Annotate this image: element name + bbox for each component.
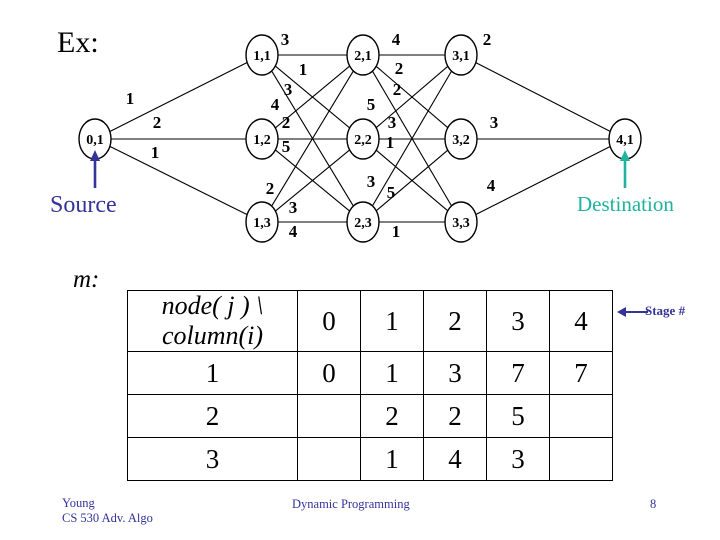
edge-weight-label: 5 xyxy=(282,137,291,156)
node-label: 4,1 xyxy=(616,133,634,148)
edge-weight-label: 3 xyxy=(289,198,298,217)
edge-weight-label: 4 xyxy=(392,30,401,49)
edge-weight-label: 5 xyxy=(367,95,376,114)
edge-weight-label: 5 xyxy=(387,183,396,202)
edge-weight-label: 3 xyxy=(367,172,376,191)
edge-weight-label: 1 xyxy=(299,60,308,79)
node-label: 2,1 xyxy=(354,49,372,64)
edge-weight-label: 2 xyxy=(393,80,402,99)
node-label: 1,3 xyxy=(253,216,271,231)
table-header-row: node( j ) \ column(i) 0 1 2 3 4 xyxy=(127,290,613,352)
dp-table: node( j ) \ column(i) 0 1 2 3 4 1 0 1 3 7 7 2 2 2 5 3 1 4 3 xyxy=(127,290,613,481)
graph-node[interactable]: 3,3 xyxy=(444,201,478,243)
graph-node[interactable]: 2,3 xyxy=(346,201,380,243)
table-row: 2225 xyxy=(127,394,613,438)
table-cell: 7 xyxy=(549,351,613,395)
table-cell: 4 xyxy=(423,437,487,481)
node-label: 1,2 xyxy=(253,133,271,148)
table-header-stage: 1 xyxy=(360,290,424,352)
slide-canvas: Ex: m: 1 2 1 3 1 3 4 2 5 2 3 4 4 2 2 5 3 1 3 5 1 2 3 4 0,1 1,1 1,2… xyxy=(0,0,720,540)
graph-node[interactable]: 3,1 xyxy=(444,34,478,76)
matrix-label: m: xyxy=(73,266,100,293)
graph-node[interactable]: 1,3 xyxy=(245,201,279,243)
edge-weight-label: 1 xyxy=(386,133,395,152)
table-header-axis-label: node( j ) \ column(i) xyxy=(127,290,298,352)
table-cell: 0 xyxy=(297,351,361,395)
graph-edge xyxy=(109,145,248,216)
node-label: 1,1 xyxy=(253,49,271,64)
table-cell: 1 xyxy=(360,437,424,481)
edge-weight-label: 4 xyxy=(271,95,280,114)
table-header-stage: 0 xyxy=(297,290,361,352)
table-cell xyxy=(297,437,361,481)
node-label: 3,1 xyxy=(452,49,470,64)
node-label: 2,2 xyxy=(354,133,372,148)
table-header-stage: 4 xyxy=(549,290,613,352)
table-row-label: 3 xyxy=(127,437,298,481)
edge-weight-label: 3 xyxy=(281,30,290,49)
network-graph: 1213134252344225313512340,11,11,21,32,12… xyxy=(78,30,642,243)
edge-weight-label: 4 xyxy=(487,176,496,195)
graph-node[interactable]: 2,1 xyxy=(346,34,380,76)
footer-title: Dynamic Programming xyxy=(292,497,410,511)
edge-weight-label: 2 xyxy=(282,113,291,132)
node-label: 2,3 xyxy=(354,216,372,231)
table-row-label: 2 xyxy=(127,394,298,438)
graph-node[interactable]: 1,2 xyxy=(245,118,279,160)
edge-weight-label: 1 xyxy=(151,143,160,162)
table-cell xyxy=(549,437,613,481)
table-cell: 1 xyxy=(360,351,424,395)
table-cell: 2 xyxy=(360,394,424,438)
table-row: 3143 xyxy=(127,437,613,481)
node-label: 3,3 xyxy=(452,216,470,231)
node-label: 0,1 xyxy=(86,133,104,148)
footer-page-number: 8 xyxy=(650,497,657,511)
table-cell xyxy=(297,394,361,438)
table-cell: 7 xyxy=(486,351,550,395)
table-header-stage: 3 xyxy=(486,290,550,352)
node-label: 3,2 xyxy=(452,133,470,148)
edge-weight-label: 2 xyxy=(395,59,404,78)
table-cell: 3 xyxy=(423,351,487,395)
source-label: Source xyxy=(50,192,117,218)
edge-weight-label: 2 xyxy=(483,30,492,49)
graph-node[interactable]: 2,2 xyxy=(346,118,380,160)
graph-node[interactable]: 1,1 xyxy=(245,34,279,76)
edge-weight-label: 1 xyxy=(126,89,135,108)
graph-node[interactable]: 3,2 xyxy=(444,118,478,160)
table-cell: 2 xyxy=(423,394,487,438)
table-row: 101377 xyxy=(127,351,613,395)
edge-weight-label: 2 xyxy=(153,113,162,132)
table-row-label: 1 xyxy=(127,351,298,395)
table-cell xyxy=(549,394,613,438)
edge-weight-label: 4 xyxy=(289,222,298,241)
footer-author-line1: Young xyxy=(62,496,95,510)
footer-author: Young CS 530 Adv. Algo xyxy=(62,496,153,526)
stage-number-label: Stage # xyxy=(645,303,686,318)
edge-weight-label: 3 xyxy=(388,113,397,132)
table-cell: 5 xyxy=(486,394,550,438)
edge-weight-label: 2 xyxy=(266,179,275,198)
edge-weight-label: 1 xyxy=(392,222,401,241)
footer-author-line2: CS 530 Adv. Algo xyxy=(62,511,153,525)
edge-weight-label: 3 xyxy=(284,80,293,99)
edge-weight-label: 3 xyxy=(490,113,499,132)
table-cell: 3 xyxy=(486,437,550,481)
table-header-stage: 2 xyxy=(423,290,487,352)
destination-label: Destination xyxy=(577,192,674,216)
